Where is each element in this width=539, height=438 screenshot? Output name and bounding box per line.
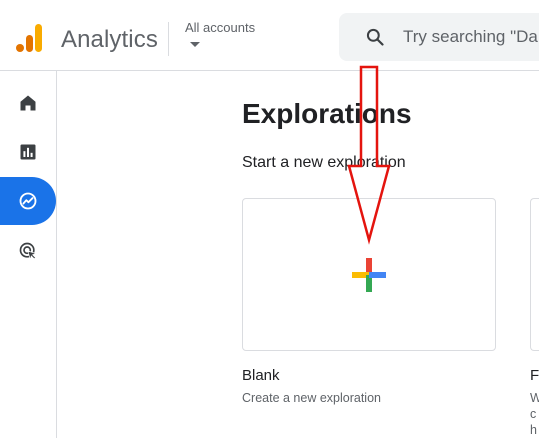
search-icon <box>366 28 384 46</box>
header-divider <box>168 22 169 56</box>
search-bar[interactable] <box>339 13 539 61</box>
blank-template-title[interactable]: Blank <box>242 367 280 384</box>
account-label: All accounts <box>185 20 256 35</box>
nav-item-explore[interactable] <box>0 177 56 225</box>
nav-item-reports[interactable] <box>0 129 57 175</box>
reports-icon <box>20 144 36 160</box>
free-form-template-title[interactable]: Fr <box>530 367 539 384</box>
top-app-bar: Analytics All accounts <box>0 0 539 71</box>
account-picker[interactable]: All accounts <box>185 20 285 56</box>
main-content: Explorations Start a new exploration Bla… <box>58 72 539 438</box>
search-input[interactable] <box>403 13 539 61</box>
side-navigation <box>0 71 57 438</box>
home-icon <box>20 95 36 111</box>
caret-down-icon <box>190 42 200 47</box>
nav-item-home[interactable] <box>0 80 57 126</box>
blank-template-description: Create a new exploration <box>242 391 381 405</box>
plus-icon <box>352 258 386 292</box>
analytics-app: Analytics All accounts Try searching "Da… <box>0 0 539 438</box>
page-title: Explorations <box>242 98 412 129</box>
app-title: Analytics <box>61 26 158 53</box>
free-form-template-card[interactable] <box>530 198 539 351</box>
blank-template-card[interactable] <box>242 198 496 351</box>
nav-item-advertising[interactable] <box>0 228 57 274</box>
free-form-template-description: W ch <box>530 391 539 437</box>
section-subtitle: Start a new exploration <box>242 154 406 171</box>
advertising-icon <box>19 242 37 261</box>
explore-icon <box>19 192 37 210</box>
analytics-logo-icon[interactable] <box>16 23 42 53</box>
